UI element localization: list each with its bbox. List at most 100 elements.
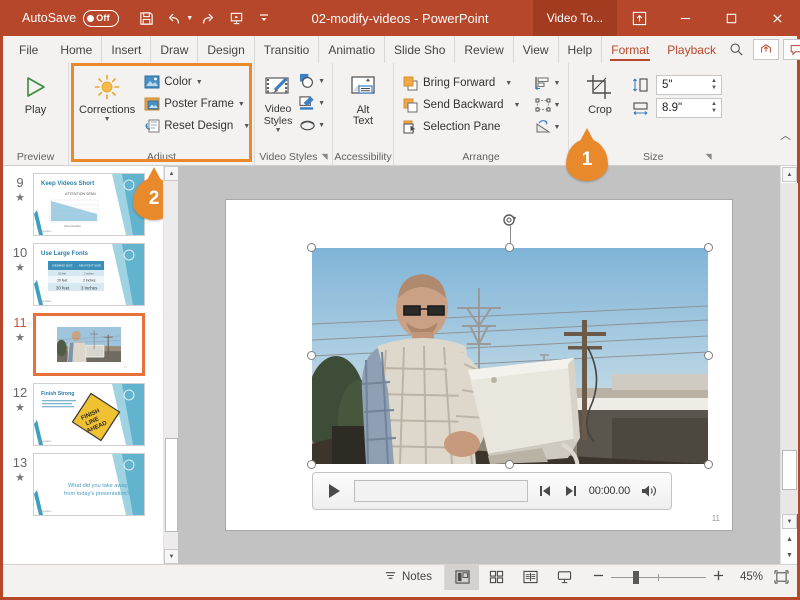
animation-star-icon[interactable]: ★: [15, 332, 25, 346]
reset-design-button[interactable]: Reset Design ▼: [141, 115, 252, 137]
group-dropdown-icon[interactable]: ▼: [553, 102, 560, 109]
resize-handle-middle-right[interactable]: [704, 351, 713, 360]
poster-frame-dropdown-icon[interactable]: ▼: [238, 101, 245, 108]
video-move-forward-icon[interactable]: [563, 485, 580, 497]
animation-star-icon[interactable]: ★: [15, 472, 25, 486]
video-effects-button[interactable]: ▼: [297, 114, 327, 136]
send-backward-dropdown-icon[interactable]: ▼: [514, 102, 521, 109]
tab-file[interactable]: File: [3, 36, 51, 63]
thumbnail-scroll-thumb[interactable]: [165, 438, 178, 532]
animation-star-icon[interactable]: ★: [15, 192, 25, 206]
crop-button[interactable]: Crop: [577, 68, 623, 116]
next-slide-button[interactable]: ▼: [781, 547, 798, 563]
thumbnail-slide-12[interactable]: 12 ★ Finish Strong FINISH LINE AHEAD Pre…: [3, 376, 163, 446]
color-dropdown-icon[interactable]: ▼: [196, 79, 203, 86]
tab-transitions[interactable]: Transitio: [255, 36, 320, 63]
slide-scroll-thumb[interactable]: [782, 450, 797, 490]
share-icon[interactable]: [752, 39, 779, 60]
video-playback-controls[interactable]: 00:00.00: [312, 472, 672, 510]
customize-qat-icon[interactable]: [251, 5, 277, 31]
undo-dropdown-icon[interactable]: ▼: [186, 15, 193, 22]
group-button[interactable]: ▼: [532, 94, 562, 116]
video-thumbnail[interactable]: [312, 248, 708, 464]
video-styles-dropdown-icon[interactable]: ▼: [275, 127, 282, 134]
view-button-slide-show[interactable]: [547, 565, 581, 590]
resize-handle-top-left[interactable]: [307, 243, 316, 252]
color-button[interactable]: Color ▼: [141, 71, 252, 93]
zoom-in-button[interactable]: [713, 570, 724, 584]
tab-home[interactable]: Home: [51, 36, 103, 63]
resize-handle-bottom-left[interactable]: [307, 460, 316, 469]
zoom-out-button[interactable]: [593, 570, 604, 584]
zoom-slider-handle[interactable]: [633, 570, 639, 584]
thumbnail-slide-13[interactable]: 13 ★ What did you take away from today's…: [3, 446, 163, 516]
tab-animations[interactable]: Animatio: [319, 36, 386, 63]
thumbnail-scrollbar[interactable]: ▲ ▼: [163, 166, 179, 564]
play-button[interactable]: Play: [9, 68, 63, 116]
close-button[interactable]: [754, 0, 800, 36]
tab-draw[interactable]: Draw: [151, 36, 199, 63]
corrections-button[interactable]: Corrections ▼: [79, 68, 135, 123]
animation-star-icon[interactable]: ★: [15, 262, 25, 276]
poster-frame-button[interactable]: Poster Frame ▼: [141, 93, 252, 115]
bring-forward-dropdown-icon[interactable]: ▼: [505, 80, 512, 87]
slide-scroll-up-button[interactable]: ▲: [782, 167, 797, 182]
video-border-dropdown-icon[interactable]: ▼: [318, 100, 325, 107]
send-backward-button[interactable]: Send Backward ▼: [400, 94, 522, 116]
slide-scroll-down-button[interactable]: ▼: [782, 514, 797, 529]
previous-slide-button[interactable]: ▲: [781, 531, 798, 547]
contextual-tab-video-tools[interactable]: Video To...: [532, 0, 617, 36]
resize-handle-top-right[interactable]: [704, 243, 713, 252]
video-effects-dropdown-icon[interactable]: ▼: [318, 122, 325, 129]
notes-button[interactable]: Notes: [372, 569, 444, 585]
resize-handle-top-center[interactable]: [505, 243, 514, 252]
video-styles-gallery-button[interactable]: Video Styles ▼: [259, 68, 297, 134]
thumbnail-scroll-up-button[interactable]: ▲: [164, 166, 179, 181]
video-styles-dialog-launcher[interactable]: ◥: [322, 152, 328, 161]
restore-button[interactable]: [708, 0, 754, 36]
redo-icon[interactable]: [195, 5, 221, 31]
resize-handle-bottom-right[interactable]: [704, 460, 713, 469]
minimize-button[interactable]: [662, 0, 708, 36]
view-button-slide-sorter[interactable]: [479, 565, 513, 590]
slide-area-scrollbar[interactable]: ▲ ▼ ▲ ▼: [780, 166, 798, 564]
video-border-button[interactable]: ▼: [297, 92, 327, 114]
resize-handle-middle-left[interactable]: [307, 351, 316, 360]
video-object[interactable]: [307, 214, 713, 469]
tab-playback[interactable]: Playback: [658, 36, 725, 63]
align-button[interactable]: ▼: [532, 72, 562, 94]
tab-format[interactable]: Format: [602, 36, 658, 63]
thumbnail-slide-11[interactable]: 11 ★ 11: [3, 306, 163, 376]
corrections-dropdown-icon[interactable]: ▼: [104, 116, 111, 123]
view-button-normal[interactable]: [445, 564, 479, 590]
video-width-input[interactable]: 8.9" ▲ ▼: [656, 97, 722, 118]
bring-forward-button[interactable]: Bring Forward ▼: [400, 72, 522, 94]
video-width-spinner[interactable]: ▲ ▼: [707, 99, 721, 117]
thumbnail-scroll-down-button[interactable]: ▼: [164, 549, 179, 564]
search-icon[interactable]: [725, 39, 749, 60]
size-dialog-launcher[interactable]: ◥: [705, 152, 711, 161]
tab-review[interactable]: Review: [455, 36, 514, 63]
video-shape-button[interactable]: ▼: [297, 70, 327, 92]
undo-icon[interactable]: [161, 5, 187, 31]
reset-design-dropdown-icon[interactable]: ▼: [243, 123, 250, 130]
collapse-ribbon-button[interactable]: ︿: [780, 127, 791, 143]
animation-star-icon[interactable]: ★: [15, 402, 25, 416]
tab-design[interactable]: Design: [198, 36, 255, 63]
save-icon[interactable]: [133, 5, 159, 31]
video-height-input[interactable]: 5" ▲ ▼: [656, 74, 722, 95]
autosave-toggle[interactable]: Off: [83, 9, 120, 27]
alt-text-button[interactable]: Alt Text: [338, 68, 388, 127]
thumbnail-slide-10[interactable]: 10 ★ Use Large Fonts VIEWING DIST. MIN F…: [3, 236, 163, 306]
rotate-dropdown-icon[interactable]: ▼: [553, 124, 560, 131]
start-slideshow-icon[interactable]: [223, 5, 249, 31]
rotate-handle-icon[interactable]: [502, 212, 518, 228]
fit-to-window-button[interactable]: [771, 570, 797, 584]
video-move-back-icon[interactable]: [537, 485, 554, 497]
ribbon-display-options-icon[interactable]: [617, 0, 662, 36]
zoom-slider[interactable]: [611, 570, 706, 584]
tab-insert[interactable]: Insert: [102, 36, 152, 63]
video-play-icon[interactable]: [323, 483, 345, 499]
tab-help[interactable]: Help: [559, 36, 603, 63]
comments-icon[interactable]: [782, 39, 800, 60]
